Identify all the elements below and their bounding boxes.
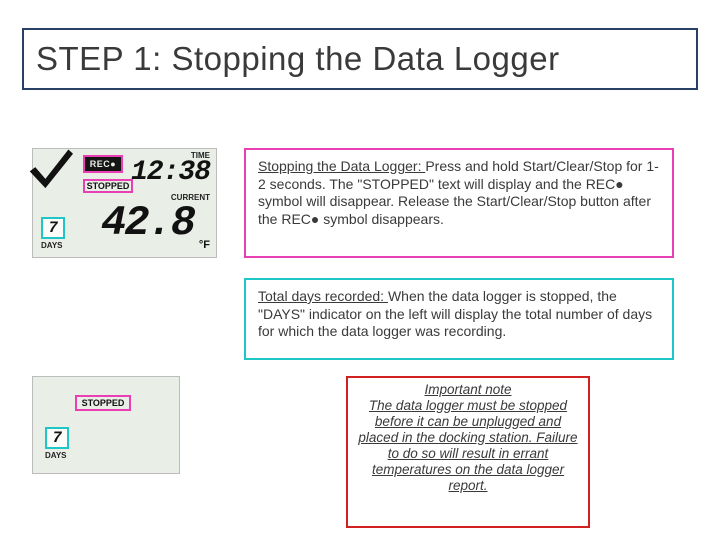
- page-title: STEP 1: Stopping the Data Logger: [22, 28, 698, 90]
- checkmark-icon: [27, 147, 73, 189]
- temperature-unit: °F: [199, 239, 210, 251]
- lcd-screenshot-days: STOPPED 7 DAYS: [32, 376, 180, 474]
- stopped-indicator: STOPPED: [83, 179, 133, 193]
- important-note-lead: Important note: [356, 382, 580, 398]
- stopped-indicator: STOPPED: [75, 395, 131, 411]
- important-note: Important note The data logger must be s…: [346, 376, 590, 528]
- time-value: 12:38: [131, 157, 210, 188]
- days-label: DAYS: [41, 241, 63, 250]
- rec-indicator: REC●: [83, 155, 123, 173]
- days-count: 7: [41, 217, 65, 239]
- instruction-days: Total days recorded: When the data logge…: [244, 278, 674, 360]
- instruction-stopping-lead: Stopping the Data Logger:: [258, 158, 425, 174]
- lcd-screenshot-stopping: REC● TIME 12:38 STOPPED CURRENT 42.8 °F …: [32, 148, 217, 258]
- days-label: DAYS: [45, 451, 67, 460]
- days-count: 7: [45, 427, 69, 449]
- instruction-stopping: Stopping the Data Logger: Press and hold…: [244, 148, 674, 258]
- important-note-body: The data logger must be stopped before i…: [358, 398, 577, 493]
- instruction-days-lead: Total days recorded:: [258, 288, 388, 304]
- temperature-value: 42.8: [101, 199, 194, 247]
